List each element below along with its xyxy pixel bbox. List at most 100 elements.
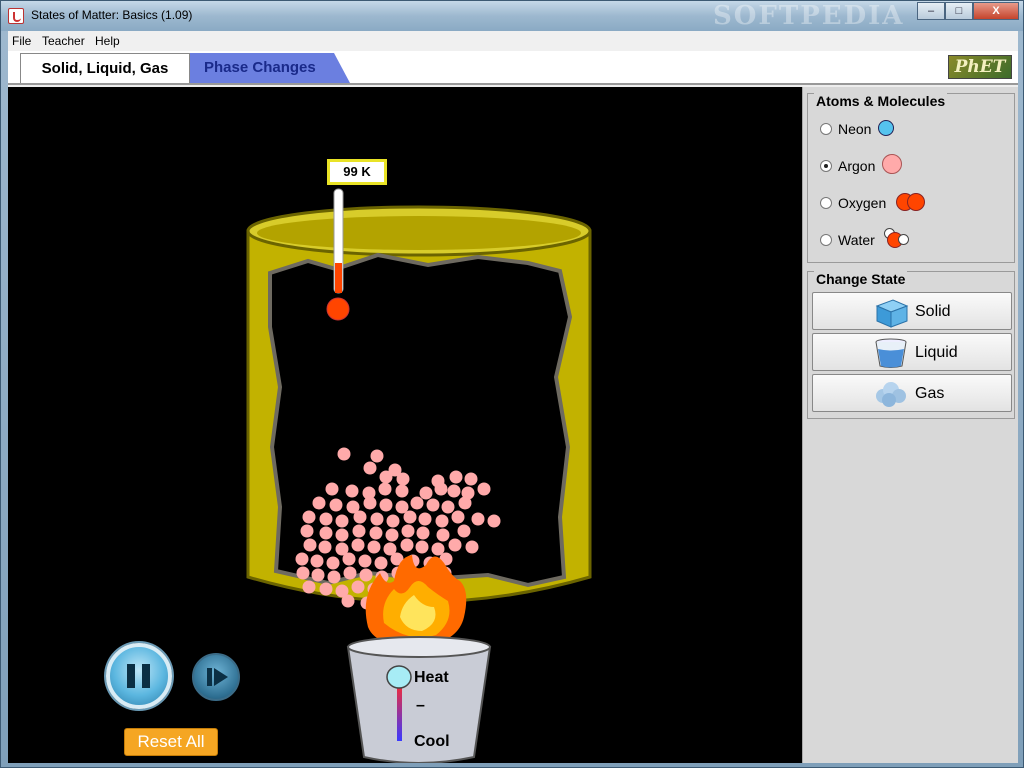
argon-particle [396,472,410,486]
argon-particle [418,512,432,526]
argon-label: Argon [838,158,876,174]
window-controls: – □ X [917,2,1019,20]
atom-option-argon[interactable]: Argon [820,156,875,176]
argon-particle [358,554,372,568]
argon-particle [327,570,341,584]
argon-particle [369,526,383,540]
tab-strip: Solid, Liquid, Gas Phase Changes PhET [8,51,1018,85]
argon-particle [319,512,333,526]
solid-label: Solid [915,303,951,320]
argon-particle [410,496,424,510]
argon-particle [310,554,324,568]
argon-particle [448,538,462,552]
argon-particle [367,540,381,554]
argon-particle [319,526,333,540]
argon-particle [447,484,461,498]
argon-particle [363,496,377,510]
neon-label: Neon [838,121,872,137]
maximize-button[interactable]: □ [945,2,973,20]
argon-particle [363,461,377,475]
argon-particle [441,500,455,514]
title-bar[interactable]: States of Matter: Basics (1.09) SOFTPEDI… [1,1,1023,31]
menu-help[interactable]: Help [95,34,120,48]
argon-particle [319,582,333,596]
tab-solid-liquid-gas[interactable]: Solid, Liquid, Gas [20,53,190,83]
argon-particle [457,524,471,538]
argon-particle [426,498,440,512]
argon-particle [385,528,399,542]
minimize-button[interactable]: – [917,2,945,20]
slider-midpoint-label: – [416,697,425,714]
control-panel: Atoms & Molecules Neon Argon Oxygen Wate… [802,87,1018,763]
liquid-label: Liquid [915,344,958,361]
atoms-group-title: Atoms & Molecules [814,93,948,109]
step-icon [207,668,212,686]
gas-button[interactable]: Gas [812,374,1012,412]
menu-teacher[interactable]: Teacher [42,34,85,48]
atoms-molecules-group: Atoms & Molecules Neon Argon Oxygen Wate… [807,93,1015,263]
water-radio[interactable] [820,234,832,246]
argon-particle [351,580,365,594]
argon-atom-icon [882,154,902,174]
liquid-button[interactable]: Liquid [812,333,1012,371]
argon-particle [477,482,491,496]
water-cup-icon [875,338,907,368]
argon-particle [379,498,393,512]
argon-particle [464,472,478,486]
argon-particle [415,540,429,554]
atom-option-neon[interactable]: Neon [820,119,871,139]
step-button[interactable] [192,653,240,701]
neon-radio[interactable] [820,123,832,135]
menu-bar: File Teacher Help [8,31,1018,51]
atom-option-oxygen[interactable]: Oxygen [820,193,886,213]
argon-particle [342,552,356,566]
solid-button[interactable]: Solid [812,292,1012,330]
argon-particle [370,512,384,526]
argon-particle [386,514,400,528]
phet-logo[interactable]: PhET [948,55,1012,79]
argon-particle [326,556,340,570]
argon-particle [302,510,316,524]
reset-all-button[interactable]: Reset All [124,728,218,756]
argon-particle [487,514,501,528]
argon-particle [353,510,367,524]
argon-particle [401,524,415,538]
cool-label: Cool [414,733,450,750]
argon-particle [471,512,485,526]
argon-particle [341,594,355,608]
argon-particle [303,538,317,552]
argon-particle [295,552,309,566]
argon-particle [318,540,332,554]
argon-particle [378,482,392,496]
argon-particle [335,528,349,542]
oxygen-label: Oxygen [838,195,887,211]
argon-particle [434,482,448,496]
close-button[interactable]: X [973,2,1019,20]
tab-phase-changes[interactable]: Phase Changes [190,53,350,83]
watermark: SOFTPEDIA [713,1,905,31]
argon-particle [403,510,417,524]
argon-particle [458,496,472,510]
pause-button[interactable] [106,643,172,709]
ice-cube-icon [875,299,909,328]
oxygen-radio[interactable] [820,197,832,209]
client-area: File Teacher Help Solid, Liquid, Gas Pha… [8,31,1018,763]
argon-particle [335,514,349,528]
temperature-readout: 99 K [327,159,387,185]
argon-particle [325,482,339,496]
change-state-group: Change State Solid Liquid Gas [807,271,1015,419]
argon-particle [302,580,316,594]
application-window: States of Matter: Basics (1.09) SOFTPEDI… [0,0,1024,768]
argon-particle [379,470,393,484]
argon-particle [311,568,325,582]
argon-particle [374,556,388,570]
heat-label: Heat [414,669,449,686]
window-title: States of Matter: Basics (1.09) [31,8,193,22]
argon-radio[interactable] [820,160,832,172]
argon-particle [449,470,463,484]
menu-file[interactable]: File [12,34,31,48]
atom-option-water[interactable]: Water [820,230,875,250]
argon-particle [451,510,465,524]
argon-particle [419,486,433,500]
argon-particle [312,496,326,510]
